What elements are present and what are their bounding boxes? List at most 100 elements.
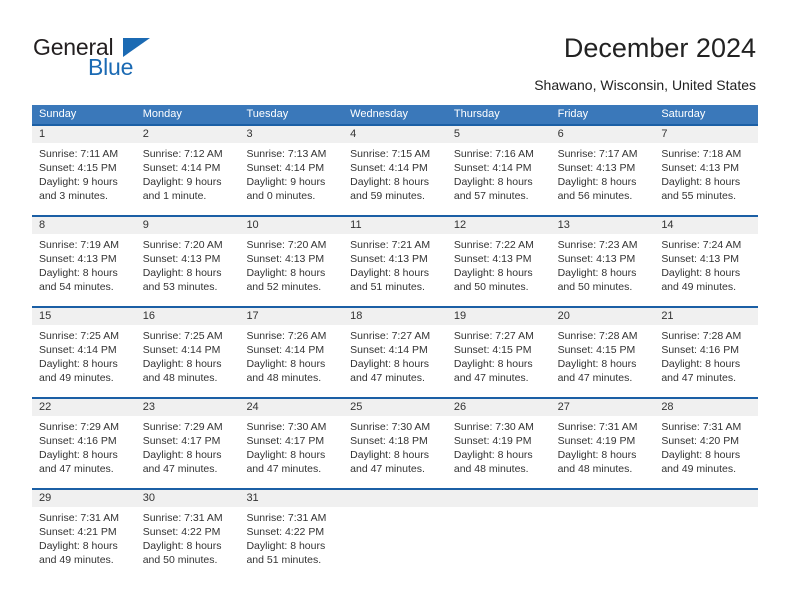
day-daylight2-text: and 57 minutes. [453,190,529,202]
day-number[interactable]: 12 [447,217,551,234]
day-number[interactable]: 25 [343,399,447,416]
day-number[interactable]: 27 [551,399,655,416]
day-number[interactable]: 13 [551,217,655,234]
day-daylight1-text: Daylight: 9 hours [142,176,222,188]
day-cell[interactable]: Sunrise: 7:31 AM Sunset: 4:22 PM Daylight:… [239,507,343,579]
day-daylight2-text: and 0 minutes. [246,190,316,202]
day-cell[interactable]: Sunrise: 7:23 AM Sunset: 4:13 PM Daylight:… [551,234,655,306]
day-cell[interactable]: Sunrise: 7:22 AM Sunset: 4:13 PM Daylight:… [447,234,551,306]
day-sunset-text: Sunset: 4:14 PM [453,162,532,174]
day-cell[interactable]: Sunrise: 7:15 AM Sunset: 4:14 PM Daylight:… [343,143,447,215]
day-cell[interactable]: Sunrise: 7:28 AM Sunset: 4:16 PM Daylight:… [654,325,758,397]
day-cell[interactable]: Sunrise: 7:20 AM Sunset: 4:13 PM Daylight:… [136,234,240,306]
day-number[interactable]: 30 [136,490,240,507]
day-cell[interactable]: Sunrise: 7:17 AM Sunset: 4:13 PM Daylight:… [551,143,655,215]
day-sunrise-text: Sunrise: 7:29 AM [142,421,223,433]
day-number[interactable]: 9 [136,217,240,234]
day-number[interactable]: 2 [136,126,240,143]
day-sunrise-text: Sunrise: 7:18 AM [661,148,742,160]
day-number[interactable]: 7 [654,126,758,143]
day-number[interactable]: 15 [32,308,136,325]
day-cell[interactable]: Sunrise: 7:21 AM Sunset: 4:13 PM Daylight:… [343,234,447,306]
day-cell[interactable]: Sunrise: 7:27 AM Sunset: 4:14 PM Daylight:… [343,325,447,397]
day-sunset-text: Sunset: 4:22 PM [142,526,221,538]
day-cell[interactable]: Sunrise: 7:31 AM Sunset: 4:21 PM Daylight:… [32,507,136,579]
day-number[interactable]: 11 [343,217,447,234]
day-cell[interactable]: Sunrise: 7:25 AM Sunset: 4:14 PM Daylight:… [136,325,240,397]
day-daylight1-text: Daylight: 8 hours [142,449,222,461]
day-number[interactable]: 8 [32,217,136,234]
day-number[interactable]: 17 [239,308,343,325]
day-number[interactable]: 4 [343,126,447,143]
day-cell[interactable]: Sunrise: 7:11 AM Sunset: 4:15 PM Daylight:… [32,143,136,215]
day-daylight2-text: and 47 minutes. [246,463,322,475]
day-cell[interactable]: Sunrise: 7:31 AM Sunset: 4:20 PM Daylight:… [654,416,758,488]
day-number[interactable]: 1 [32,126,136,143]
day-daylight1-text: Daylight: 8 hours [557,358,637,370]
day-number[interactable]: 18 [343,308,447,325]
day-sunset-text: Sunset: 4:13 PM [39,253,117,265]
day-sunrise-text: Sunrise: 7:20 AM [142,239,223,251]
day-cell[interactable]: Sunrise: 7:29 AM Sunset: 4:16 PM Daylight:… [32,416,136,488]
day-cell[interactable]: Sunrise: 7:31 AM Sunset: 4:19 PM Daylight:… [551,416,655,488]
calendar-week-row: 8 9 10 11 12 13 14 Sunrise: 7:19 AM Sunset: 4:13… [32,215,758,306]
weekday-header-tuesday: Tuesday [246,108,289,120]
calendar-week-row: 15 16 17 18 19 20 21 Sunrise: 7:25 AM Sunset: 4:… [32,306,758,397]
day-daylight1-text: Daylight: 8 hours [350,358,429,370]
day-number[interactable]: 22 [32,399,136,416]
day-number[interactable]: 6 [551,126,655,143]
day-sunset-text: Sunset: 4:22 PM [246,526,325,538]
day-cell[interactable]: Sunrise: 7:20 AM Sunset: 4:13 PM Daylight:… [239,234,343,306]
day-cell[interactable]: Sunrise: 7:28 AM Sunset: 4:15 PM Daylight:… [551,325,655,397]
day-cell[interactable]: Sunrise: 7:24 AM Sunset: 4:13 PM Daylight:… [654,234,758,306]
day-number[interactable]: 10 [239,217,343,234]
day-number[interactable]: 21 [654,308,758,325]
day-cell[interactable]: Sunrise: 7:30 AM Sunset: 4:19 PM Daylight:… [447,416,551,488]
weekday-header-wednesday: Wednesday [350,108,409,120]
day-sunrise-text: Sunrise: 7:21 AM [350,239,431,251]
day-sunrise-text: Sunrise: 7:23 AM [557,239,638,251]
day-number-row: 22 23 24 25 26 27 28 [32,399,758,416]
day-number[interactable]: 31 [239,490,343,507]
day-number[interactable]: 19 [447,308,551,325]
day-daylight2-text: and 56 minutes. [557,190,633,202]
day-cell[interactable]: Sunrise: 7:26 AM Sunset: 4:14 PM Daylight:… [239,325,343,397]
day-daylight2-text: and 3 minutes. [39,190,108,202]
day-number[interactable]: 23 [136,399,240,416]
day-cell[interactable]: Sunrise: 7:18 AM Sunset: 4:13 PM Daylight:… [654,143,758,215]
day-cell[interactable]: Sunrise: 7:31 AM Sunset: 4:22 PM Daylight:… [136,507,240,579]
day-number[interactable]: 5 [447,126,551,143]
day-number[interactable]: 14 [654,217,758,234]
weekday-header-sunday: Sunday [39,108,77,120]
day-daylight1-text: Daylight: 8 hours [39,358,118,370]
day-number[interactable]: 26 [447,399,551,416]
day-sunset-text: Sunset: 4:14 PM [142,344,221,356]
day-daylight1-text: Daylight: 8 hours [246,449,326,461]
day-sunrise-text: Sunrise: 7:30 AM [246,421,327,433]
day-sunrise-text: Sunrise: 7:26 AM [246,330,327,342]
day-cell[interactable]: Sunrise: 7:16 AM Sunset: 4:14 PM Daylight:… [447,143,551,215]
day-number[interactable]: 28 [654,399,758,416]
day-detail-row: Sunrise: 7:25 AM Sunset: 4:14 PM Daylight:… [32,325,758,397]
day-number[interactable]: 3 [239,126,343,143]
day-cell[interactable]: Sunrise: 7:29 AM Sunset: 4:17 PM Daylight:… [136,416,240,488]
day-cell[interactable]: Sunrise: 7:13 AM Sunset: 4:14 PM Daylight:… [239,143,343,215]
day-sunrise-text: Sunrise: 7:31 AM [246,512,327,524]
day-sunrise-text: Sunrise: 7:31 AM [142,512,223,524]
day-daylight1-text: Daylight: 8 hours [246,267,326,279]
day-cell[interactable]: Sunrise: 7:30 AM Sunset: 4:18 PM Daylight:… [343,416,447,488]
day-cell[interactable]: Sunrise: 7:19 AM Sunset: 4:13 PM Daylight:… [32,234,136,306]
day-number[interactable]: 16 [136,308,240,325]
page-header: General Blue December 2024 Shawano, Wisc… [0,0,792,100]
day-cell[interactable]: Sunrise: 7:30 AM Sunset: 4:17 PM Daylight:… [239,416,343,488]
day-daylight2-text: and 47 minutes. [557,372,633,384]
day-number[interactable]: 29 [32,490,136,507]
day-cell[interactable]: Sunrise: 7:12 AM Sunset: 4:14 PM Daylight:… [136,143,240,215]
day-number[interactable]: 20 [551,308,655,325]
day-cell[interactable]: Sunrise: 7:27 AM Sunset: 4:15 PM Daylight:… [447,325,551,397]
day-daylight1-text: Daylight: 8 hours [142,267,222,279]
general-blue-logo[interactable]: General Blue [33,36,183,82]
day-sunrise-text: Sunrise: 7:19 AM [39,239,119,251]
day-number[interactable]: 24 [239,399,343,416]
day-cell[interactable]: Sunrise: 7:25 AM Sunset: 4:14 PM Daylight:… [32,325,136,397]
